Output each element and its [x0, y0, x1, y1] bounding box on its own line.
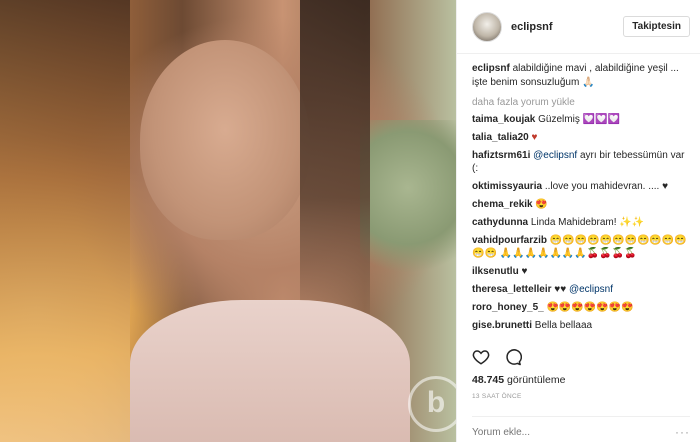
- comment-item: cathydunna Linda Mahidebram! ✨✨: [472, 216, 690, 229]
- comment-item: theresa_lettelleir ♥♥ @eclipsnf: [472, 283, 690, 296]
- comment-item: taima_koujak Güzelmiş 💟💟💟: [472, 113, 690, 126]
- photo-hair-left: [0, 0, 130, 442]
- comment-text: Linda Mahidebram! ✨✨: [530, 217, 645, 228]
- comment-item: talia_talia20 ♥: [472, 131, 690, 144]
- comment-mention[interactable]: @eclipsnf: [569, 284, 613, 295]
- comment-icon[interactable]: [504, 348, 522, 366]
- comment-item: gise.brunetti Bella bellaaa: [472, 319, 690, 332]
- caption: eclipsnf alabildiğine mavi , alabildiğin…: [472, 62, 690, 90]
- view-count-number: 48.745: [472, 374, 505, 386]
- comment-item: hafiztsrm61i @eclipsnf ayrı bir tebessüm…: [472, 149, 690, 175]
- add-comment-bar: ···: [472, 416, 690, 439]
- post-header: eclipsnf Takiptesin: [457, 0, 700, 54]
- add-comment-input[interactable]: [472, 426, 652, 438]
- view-count-label: görüntüleme: [507, 374, 566, 386]
- photo-face: [140, 40, 310, 240]
- comment-item: chema_rekik 😍: [472, 198, 690, 211]
- header-username[interactable]: eclipsnf: [511, 21, 623, 33]
- comment-text: ..love you mahidevran. .... ♥: [544, 181, 669, 192]
- comment-username[interactable]: chema_rekik: [472, 199, 533, 210]
- comment-username[interactable]: taima_koujak: [472, 114, 535, 125]
- comment-item: ilksenutlu ♥: [472, 265, 690, 278]
- photo-background-trees: [360, 120, 456, 290]
- comment-text: 😍: [535, 199, 548, 210]
- following-button[interactable]: Takiptesin: [623, 16, 690, 37]
- comment-text: 😍😍😍😍😍😍😍: [546, 302, 634, 313]
- watermark-logo: b: [408, 376, 456, 432]
- comment-text: Bella bellaaa: [534, 320, 593, 331]
- comment-mention[interactable]: @eclipsnf: [533, 150, 577, 161]
- comment-text: Güzelmiş 💟💟💟: [538, 114, 620, 125]
- comment-username[interactable]: oktimissyauria: [472, 181, 542, 192]
- comment-item: oktimissyauria ..love you mahidevran. ..…: [472, 180, 690, 193]
- comment-username[interactable]: talia_talia20: [472, 132, 529, 143]
- comment-username[interactable]: theresa_lettelleir: [472, 284, 552, 295]
- heart-icon[interactable]: [472, 348, 490, 366]
- comment-username[interactable]: roro_honey_5_: [472, 302, 544, 313]
- post-timestamp: 13 SAAT ÖNCE: [472, 393, 522, 400]
- comment-item: roro_honey_5_ 😍😍😍😍😍😍😍: [472, 301, 690, 314]
- photo-hair-right: [300, 0, 370, 330]
- photo-shirt: [130, 300, 410, 442]
- comment-username[interactable]: hafiztsrm61i: [472, 150, 530, 161]
- load-more-comments-link[interactable]: daha fazla yorum yükle: [472, 97, 690, 108]
- comment-text: ♥♥: [554, 284, 567, 295]
- comment-username[interactable]: cathydunna: [472, 217, 528, 228]
- comment-text: ♥: [531, 132, 538, 143]
- comment-item: vahidpourfarzib 😁😁😁😁😁😁😁😁😁😁😁😁😁 🙏🙏🙏🙏🙏🙏🙏🍒🍒🍒…: [472, 234, 690, 260]
- post-sidebar: eclipsnf Takiptesin eclipsnf alabildiğin…: [456, 0, 700, 442]
- view-count: 48.745 görüntüleme: [472, 374, 565, 386]
- post-actions: [472, 348, 522, 366]
- comment-username[interactable]: ilksenutlu: [472, 266, 519, 277]
- post-photo[interactable]: b: [0, 0, 456, 442]
- comment-username[interactable]: gise.brunetti: [472, 320, 532, 331]
- avatar[interactable]: [472, 11, 502, 42]
- comment-username[interactable]: vahidpourfarzib: [472, 235, 547, 246]
- caption-username[interactable]: eclipsnf: [472, 63, 510, 74]
- more-options-icon[interactable]: ···: [675, 425, 690, 439]
- comment-text: ♥: [521, 266, 528, 277]
- instagram-post: b eclipsnf Takiptesin eclipsnf alabildiğ…: [0, 0, 700, 442]
- comments-list[interactable]: eclipsnf alabildiğine mavi , alabildiğin…: [457, 54, 700, 342]
